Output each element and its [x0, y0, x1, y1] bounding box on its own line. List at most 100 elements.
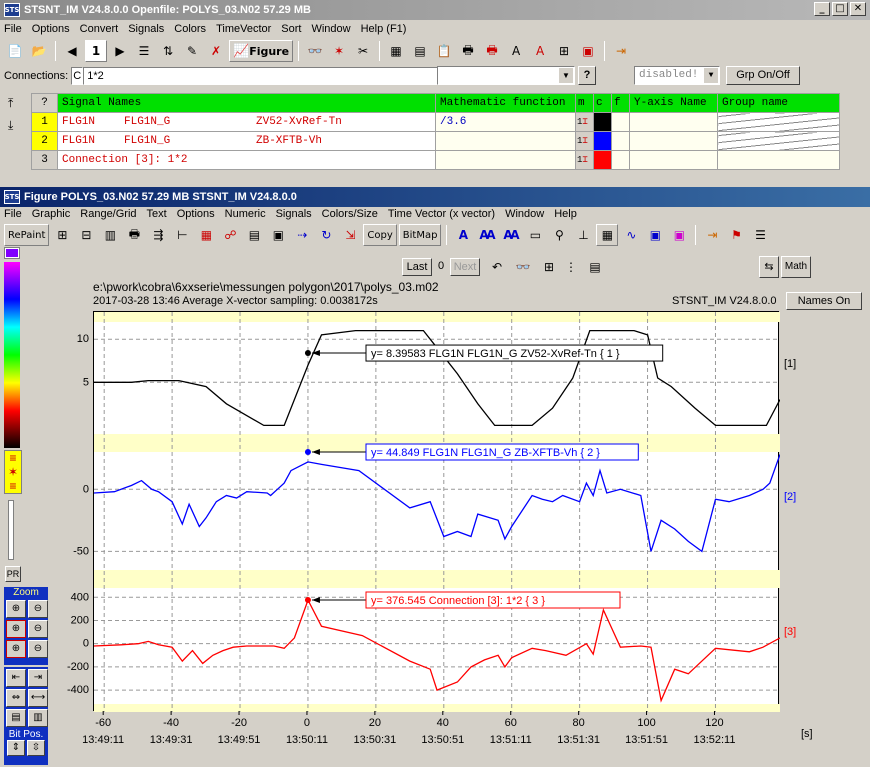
move-down-icon[interactable]: ⤓ — [8, 118, 22, 132]
f-cell[interactable] — [611, 150, 630, 170]
math-cell[interactable]: /3.6 — [435, 112, 576, 132]
menu-help[interactable]: Help (F1) — [361, 23, 407, 35]
menu-sort[interactable]: Sort — [281, 23, 301, 35]
text-a-icon[interactable]: A — [452, 224, 474, 246]
fig-menu-rangegrid[interactable]: Range/Grid — [80, 208, 136, 220]
m-cell[interactable]: 1⌶ — [575, 131, 594, 151]
menu-colors[interactable]: Colors — [174, 23, 206, 35]
header-group[interactable]: Group name — [717, 93, 840, 113]
f-cell[interactable] — [611, 131, 630, 151]
header-f[interactable]: f — [611, 93, 630, 113]
next-arrow-icon[interactable]: ▶ — [109, 40, 131, 62]
yaxis-cell[interactable] — [629, 131, 718, 151]
text-aa-icon[interactable]: Ꜳ — [476, 224, 498, 246]
wave-icon[interactable]: ∿ — [620, 224, 642, 246]
new-file-icon[interactable]: 📄 — [4, 40, 26, 62]
axis-icon[interactable]: ⊥ — [572, 224, 594, 246]
export-icon[interactable]: ⇢ — [291, 224, 313, 246]
names-on-button[interactable]: Names On — [786, 292, 862, 310]
fig-menu-numeric[interactable]: Numeric — [225, 208, 266, 220]
chart-icon[interactable]: ▦ — [195, 224, 217, 246]
math-cell[interactable] — [435, 131, 576, 151]
menu-window[interactable]: Window — [311, 23, 350, 35]
group-cell[interactable] — [717, 131, 840, 151]
calculator-icon[interactable]: ▣ — [267, 224, 289, 246]
dots-icon[interactable]: ⋮ — [560, 256, 582, 278]
zoom-x-in-icon[interactable]: ⊕ — [6, 640, 26, 658]
f-cell[interactable] — [611, 112, 630, 132]
last-button[interactable]: Last — [402, 258, 432, 276]
move-top-icon[interactable]: ⤒ — [8, 96, 22, 110]
calc-icon[interactable]: ▤ — [409, 40, 431, 62]
repaint-button[interactable]: RePaint — [4, 224, 50, 246]
layout-icon[interactable]: ▣ — [577, 40, 599, 62]
list-icon[interactable]: ☰ — [133, 40, 155, 62]
expand-icon[interactable]: ⇔ — [6, 689, 26, 707]
line-style-selector[interactable]: ≡ ✶ ≡ — [4, 450, 22, 494]
delete-signal-icon[interactable]: ✗ — [205, 40, 227, 62]
refresh-icon[interactable]: ↻ — [315, 224, 337, 246]
group-cell[interactable] — [717, 150, 840, 170]
grid-icon[interactable]: ⊞ — [553, 40, 575, 62]
fig-menu-signals[interactable]: Signals — [276, 208, 312, 220]
list-icon[interactable]: ☰ — [749, 224, 771, 246]
grid-left-icon[interactable]: ▤ — [6, 709, 26, 727]
zoom-y-in-icon[interactable]: ⊕ — [6, 620, 26, 638]
grid-right-icon[interactable]: ▥ — [28, 709, 48, 727]
m-cell[interactable]: 1⌶ — [575, 112, 594, 132]
move-right-icon[interactable]: ⇥ — [28, 669, 48, 687]
cursor-icon[interactable]: ⊢ — [171, 224, 193, 246]
connections-dropdown[interactable]: ▼ — [437, 66, 575, 85]
print-icon[interactable]: 🖶 — [457, 40, 479, 62]
fig-menu-text[interactable]: Text — [147, 208, 167, 220]
header-m[interactable]: m — [575, 93, 594, 113]
help-button[interactable]: ? — [578, 66, 596, 85]
fig-menu-colorssize[interactable]: Colors/Size — [322, 208, 378, 220]
header-yaxis[interactable]: Y-axis Name — [629, 93, 718, 113]
file-counter[interactable]: 1 — [85, 40, 107, 62]
color-icon[interactable]: ▣ — [668, 224, 690, 246]
menu-timevector[interactable]: TimeVector — [216, 23, 271, 35]
thickness-slider[interactable] — [8, 500, 14, 560]
copy-button[interactable]: Copy — [363, 224, 397, 246]
print-color-icon[interactable]: 🖶 — [481, 40, 503, 62]
bookmark-icon[interactable]: ⚑ — [725, 224, 747, 246]
zoom-in-icon[interactable]: ⊕ — [6, 600, 26, 618]
screen-icon[interactable]: ▭ — [524, 224, 546, 246]
binoculars-icon[interactable]: 👓 — [512, 256, 534, 278]
binoculars-icon[interactable]: 👓 — [304, 40, 326, 62]
group-toggle-button[interactable]: Grp On/Off — [726, 66, 800, 85]
swap-icon[interactable]: ⇆ — [759, 256, 779, 278]
header-signal-names[interactable]: Signal Names — [57, 93, 436, 113]
tree-icon[interactable]: ⚲ — [548, 224, 570, 246]
yaxis-cell[interactable] — [629, 150, 718, 170]
fig-menu-help[interactable]: Help — [554, 208, 577, 220]
header-math[interactable]: Mathematic function — [435, 93, 576, 113]
figure-button[interactable]: 📈 Figure — [229, 40, 294, 62]
color-cell[interactable] — [593, 150, 612, 170]
signal-edit-icon[interactable]: ✎ — [181, 40, 203, 62]
row-number[interactable]: 1 — [31, 112, 58, 132]
table-icon[interactable]: ▤ — [243, 224, 265, 246]
bit-scroll-icon[interactable]: ⇳ — [27, 740, 45, 756]
plot-area[interactable]: y= 8.39583 FLG1N FLG1N_G ZV52-XvRef-Tn {… — [93, 311, 780, 712]
zoom-y-out-icon[interactable]: ⊖ — [28, 620, 48, 638]
yaxis-cell[interactable] — [629, 112, 718, 132]
print-icon[interactable]: 🖶 — [123, 224, 145, 246]
zoom-all-icon[interactable]: ⊞ — [51, 224, 73, 246]
text-aa-alt-icon[interactable]: Ꜳ — [500, 224, 522, 246]
menu-options[interactable]: Options — [32, 23, 70, 35]
exit-icon[interactable]: ⇥ — [701, 224, 723, 246]
grid-toggle-icon[interactable]: ▦ — [596, 224, 619, 246]
menu-signals[interactable]: Signals — [128, 23, 164, 35]
table-row[interactable]: 2 FLG1N FLG1N_G ZB-XFTB-Vh 1⌶ — [31, 131, 840, 151]
menu-file[interactable]: File — [4, 23, 22, 35]
connections-input[interactable]: 1*2 — [83, 67, 444, 85]
math-cell[interactable] — [435, 150, 576, 170]
shift-icon[interactable]: ⇶ — [147, 224, 169, 246]
zoom-out-icon[interactable]: ⊖ — [28, 600, 48, 618]
maximize-button[interactable]: □ — [832, 2, 848, 16]
menu-convert[interactable]: Convert — [80, 23, 119, 35]
clipboard-icon[interactable]: 📋 — [433, 40, 455, 62]
layout-icon[interactable]: ▥ — [99, 224, 121, 246]
